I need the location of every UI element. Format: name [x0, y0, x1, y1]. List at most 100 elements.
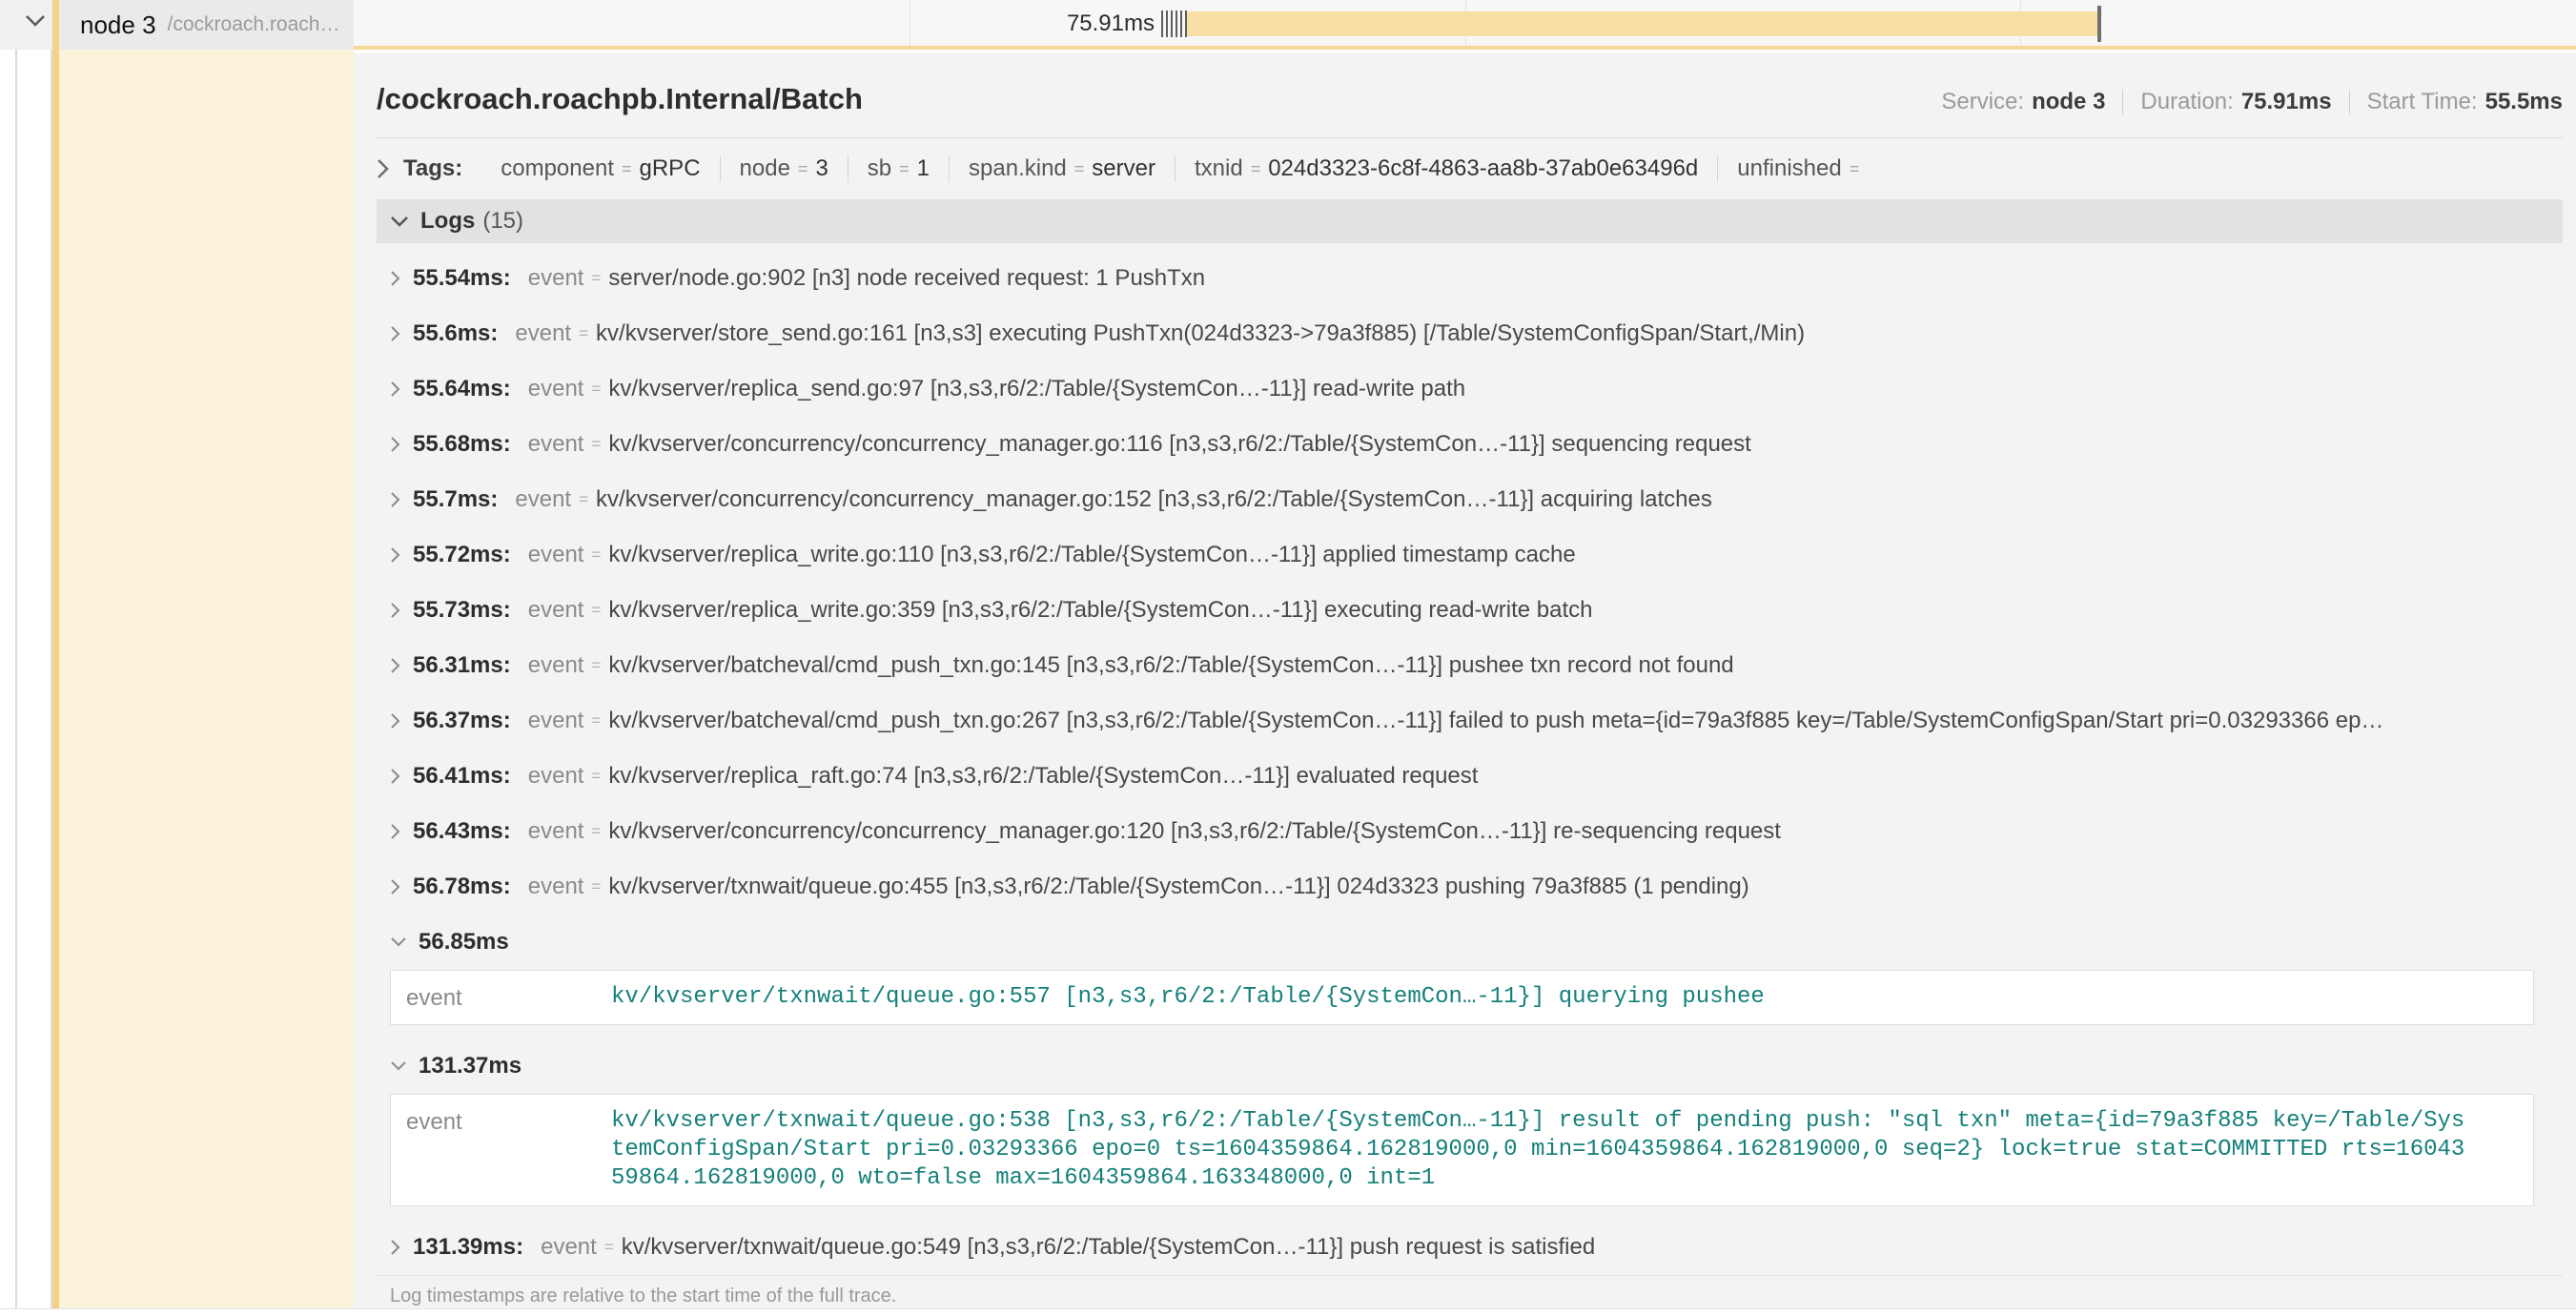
log-entry[interactable]: 131.39ms: event = kv/kvserver/txnwait/qu… [377, 1220, 2563, 1275]
tag-item: unfinished= [1718, 155, 1886, 182]
log-field-key: event [528, 376, 584, 402]
log-timestamp: 131.37ms [419, 1053, 521, 1080]
chevron-right-icon [390, 546, 401, 564]
log-message: kv/kvserver/store_send.go:161 [n3,s3] ex… [596, 320, 1805, 347]
log-entry[interactable]: 55.72ms: event = kv/kvserver/replica_wri… [377, 527, 2563, 583]
log-timestamp: 55.72ms: [413, 542, 511, 568]
log-entry[interactable]: 55.68ms: event = kv/kvserver/concurrency… [377, 417, 2563, 472]
duration-value: 75.91ms [2241, 89, 2332, 115]
span-timeline-track[interactable]: 75.91ms [354, 0, 2576, 50]
equals-sign: = [591, 822, 601, 841]
log-message: kv/kvserver/concurrency/concurrency_mana… [608, 818, 1781, 845]
span-color-accent-bar [52, 0, 59, 1308]
equals-sign: = [622, 159, 632, 179]
log-timestamp: 131.39ms: [413, 1234, 523, 1261]
tags-section-toggle[interactable]: Tags: component=gRPC node=3 sb=1 span.ki… [377, 152, 2563, 186]
logs-footer-note: Log timestamps are relative to the start… [377, 1275, 2563, 1316]
log-timestamp: 56.85ms [419, 929, 509, 956]
logs-count: (15) [482, 208, 523, 235]
log-message: server/node.go:902 [n3] node received re… [608, 265, 1205, 292]
row-bottom-border [0, 1308, 2576, 1309]
equals-sign: = [579, 490, 588, 509]
log-message: kv/kvserver/replica_send.go:97 [n3,s3,r6… [608, 376, 1465, 402]
equals-sign: = [591, 877, 601, 896]
equals-sign: = [591, 269, 601, 288]
chevron-right-icon [390, 436, 401, 453]
log-entry-expanded-toggle[interactable]: 131.37ms [377, 1038, 2563, 1094]
log-entry[interactable]: 56.31ms: event = kv/kvserver/batcheval/c… [377, 638, 2563, 693]
tag-key: span.kind [969, 155, 1067, 182]
log-field-key: event [528, 763, 584, 790]
chevron-right-icon [390, 712, 401, 730]
span-duration-label: 75.91ms [945, 10, 1155, 37]
chevron-down-icon[interactable] [25, 14, 46, 28]
log-message: kv/kvserver/concurrency/concurrency_mana… [608, 431, 1750, 458]
chevron-right-icon [390, 768, 401, 785]
chevron-right-icon [390, 380, 401, 398]
span-name-tab[interactable]: node 3 /cockroach.roach… [59, 0, 354, 50]
log-entry[interactable]: 55.64ms: event = kv/kvserver/replica_sen… [377, 361, 2563, 417]
logs-title: Logs [420, 208, 475, 235]
span-duration-bar[interactable] [1187, 11, 2099, 36]
indent-guide [15, 0, 17, 1308]
tag-value: 024d3323-6c8f-4863-aa8b-37ab0e63496d [1268, 155, 1698, 182]
duration-label: Duration: [2140, 89, 2233, 115]
meta-divider [2122, 90, 2123, 114]
equals-sign: = [798, 159, 808, 179]
log-entry[interactable]: 56.37ms: event = kv/kvserver/batcheval/c… [377, 693, 2563, 749]
logs-section: Logs (15) 55.54ms: event = server/node.g… [377, 199, 2563, 1316]
log-tick [1180, 10, 1182, 37]
chevron-down-icon [390, 216, 409, 228]
tag-item: span.kind=server [950, 155, 1176, 182]
span-row-highlight-strip [59, 50, 354, 1308]
log-tick [1161, 10, 1163, 37]
log-message: kv/kvserver/replica_write.go:110 [n3,s3,… [608, 542, 1575, 568]
span-timeline-row: node 3 /cockroach.roach… 75.91ms [0, 0, 2576, 50]
equals-sign: = [579, 324, 588, 343]
tag-key: txnid [1195, 155, 1243, 182]
log-timestamp: 55.68ms: [413, 431, 511, 458]
tag-value: server [1092, 155, 1155, 182]
chevron-down-icon [390, 1060, 407, 1072]
log-entry[interactable]: 55.73ms: event = kv/kvserver/replica_wri… [377, 583, 2563, 638]
chevron-right-icon [390, 270, 401, 287]
log-entry[interactable]: 55.6ms: event = kv/kvserver/store_send.g… [377, 306, 2563, 361]
title-divider [377, 137, 2563, 138]
start-time-value: 55.5ms [2485, 89, 2563, 115]
equals-sign: = [899, 159, 910, 179]
equals-sign: = [591, 767, 601, 786]
span-detail-panel: /cockroach.roachpb.Internal/Batch Servic… [354, 53, 2576, 1308]
chevron-right-icon [390, 657, 401, 674]
operation-title: /cockroach.roachpb.Internal/Batch [377, 82, 863, 116]
log-message: kv/kvserver/replica_raft.go:74 [n3,s3,r6… [608, 763, 1478, 790]
log-entry[interactable]: 55.7ms: event = kv/kvserver/concurrency/… [377, 472, 2563, 527]
span-end-marker [2097, 6, 2101, 42]
log-message: kv/kvserver/batcheval/cmd_push_txn.go:14… [608, 652, 1733, 679]
log-timestamp: 56.43ms: [413, 818, 511, 845]
log-timestamp: 55.6ms: [413, 320, 498, 347]
log-timestamp: 55.73ms: [413, 597, 511, 624]
log-field-value: kv/kvserver/txnwait/queue.go:538 [n3,s3,… [611, 1107, 2464, 1193]
log-field-key: event [515, 486, 571, 513]
log-field-key: event [528, 597, 584, 624]
chevron-right-icon [390, 491, 401, 508]
tag-value: 3 [815, 155, 828, 182]
chevron-right-icon [390, 325, 401, 342]
equals-sign: = [591, 656, 601, 675]
log-timestamp: 55.54ms: [413, 265, 511, 292]
chevron-right-icon [390, 823, 401, 840]
log-timestamp: 55.64ms: [413, 376, 511, 402]
log-tick [1171, 10, 1173, 37]
log-message: kv/kvserver/replica_write.go:359 [n3,s3,… [608, 597, 1592, 624]
log-entry[interactable]: 56.78ms: event = kv/kvserver/txnwait/que… [377, 859, 2563, 915]
log-entry[interactable]: 56.43ms: event = kv/kvserver/concurrency… [377, 804, 2563, 859]
log-field-key: event [528, 874, 584, 900]
log-field-key: event [515, 320, 571, 347]
tag-key: component [501, 155, 614, 182]
log-entry[interactable]: 56.41ms: event = kv/kvserver/replica_raf… [377, 749, 2563, 804]
log-field-key: event [528, 708, 584, 734]
log-field-value: kv/kvserver/txnwait/queue.go:557 [n3,s3,… [611, 983, 2464, 1012]
logs-section-toggle[interactable]: Logs (15) [377, 199, 2563, 243]
log-entry[interactable]: 55.54ms: event = server/node.go:902 [n3]… [377, 251, 2563, 306]
log-entry-expanded-toggle[interactable]: 56.85ms [377, 915, 2563, 970]
